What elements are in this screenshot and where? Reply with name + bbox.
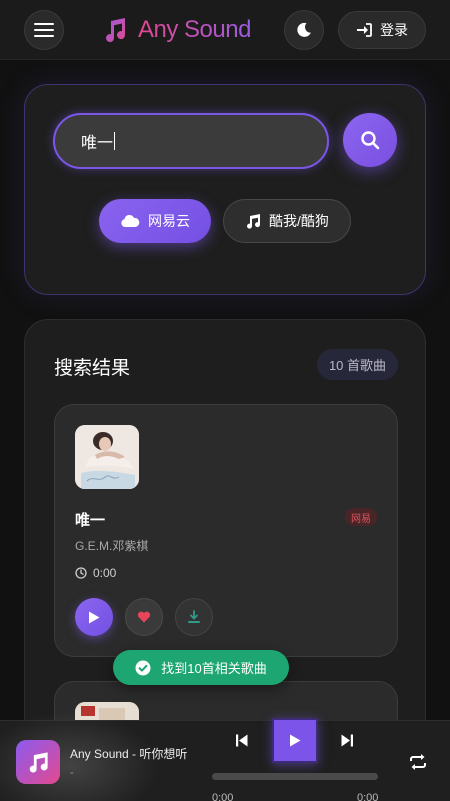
app-logo[interactable]: Any Sound: [100, 14, 251, 46]
toast-message: 找到10首相关歌曲: [161, 661, 267, 676]
toast-notification: 找到10首相关歌曲: [113, 650, 289, 685]
search-button[interactable]: [343, 113, 397, 167]
download-song-button[interactable]: [175, 598, 213, 636]
source-tag: 网易: [345, 508, 377, 526]
play-icon: [290, 734, 301, 747]
song-duration-value: 0:00: [93, 566, 117, 580]
login-label: 登录: [380, 22, 408, 38]
song-card[interactable]: 唯一 网易 G.E.M.邓紫棋 0:00: [54, 404, 398, 657]
play-pause-button[interactable]: [272, 718, 318, 763]
now-playing-artist: -: [70, 767, 74, 779]
text-caret: [114, 132, 116, 150]
music-note-icon: [247, 214, 261, 229]
login-button[interactable]: 登录: [338, 11, 426, 49]
source-kuwo-kugou-label: 酷我/酷狗: [269, 213, 329, 229]
album-cover[interactable]: [75, 425, 139, 489]
heart-icon: [137, 611, 151, 623]
total-time: 0:00: [357, 792, 379, 801]
previous-track-button[interactable]: [232, 729, 252, 751]
top-bar: Any Sound 登录: [0, 0, 450, 60]
like-song-button[interactable]: [125, 598, 163, 636]
app-name: Any Sound: [138, 16, 251, 43]
song-artist: G.E.M.邓紫棋: [75, 539, 149, 553]
source-netease-button[interactable]: 网易云: [99, 199, 211, 243]
song-duration: 0:00: [75, 566, 116, 580]
song-title: 唯一: [75, 512, 106, 529]
music-note-icon: [100, 15, 130, 45]
progress-bar[interactable]: [212, 773, 378, 780]
theme-toggle-button[interactable]: [284, 10, 324, 50]
moon-icon: [297, 22, 311, 37]
skip-forward-icon: [341, 734, 353, 746]
music-note-icon: [29, 752, 48, 773]
sign-in-icon: [357, 23, 372, 37]
results-count-badge: 10 首歌曲: [317, 349, 398, 380]
cloud-icon: [121, 215, 140, 227]
repeat-button[interactable]: [406, 751, 430, 773]
now-playing-art[interactable]: [16, 740, 60, 784]
search-panel: 唯一 网易云 酷我/酷狗: [24, 84, 426, 295]
search-input[interactable]: 唯一: [53, 113, 329, 169]
download-icon: [188, 610, 200, 623]
source-netease-label: 网易云: [148, 213, 190, 229]
search-query: 唯一: [81, 135, 114, 152]
skip-back-icon: [236, 734, 248, 746]
results-title: 搜索结果: [54, 358, 131, 379]
source-kuwo-kugou-button[interactable]: 酷我/酷狗: [223, 199, 351, 243]
check-circle-icon: [135, 660, 151, 675]
play-song-button[interactable]: [75, 598, 113, 636]
menu-button[interactable]: [24, 10, 64, 50]
hamburger-menu-icon: [34, 23, 54, 37]
clock-icon: [75, 567, 87, 579]
current-time: 0:00: [212, 792, 234, 801]
now-playing-title: Any Sound - 听你想听: [70, 747, 188, 761]
search-icon: [361, 131, 380, 150]
repeat-icon: [410, 754, 426, 770]
play-icon: [89, 611, 100, 623]
next-track-button[interactable]: [337, 729, 357, 751]
player-bar: Any Sound - 听你想听 - 0:00 0:00: [0, 711, 450, 801]
